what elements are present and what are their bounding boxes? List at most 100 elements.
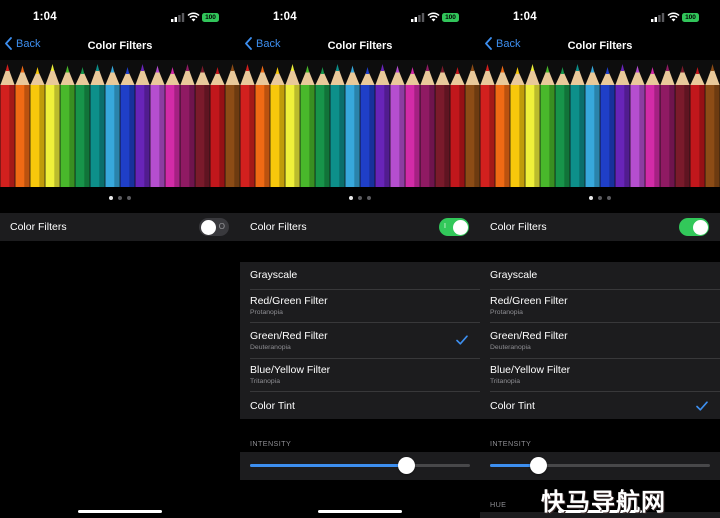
option-subtitle: Tritanopia: [250, 378, 280, 385]
intensity-caption: INTENSITY: [490, 439, 532, 448]
pencil: [690, 67, 705, 187]
option-title: Grayscale: [490, 269, 538, 281]
page-title: Color Filters: [567, 40, 633, 52]
pencil: [150, 65, 165, 187]
status-time: 1:04: [273, 11, 297, 23]
option-title: Red/Green Filter: [490, 295, 568, 307]
switch-knob: [452, 219, 468, 235]
home-indicator[interactable]: [318, 510, 402, 513]
pencil: [30, 67, 45, 187]
page-indicator[interactable]: [240, 189, 480, 200]
page-dot[interactable]: [367, 195, 371, 200]
pencil: [105, 65, 120, 187]
color-filters-row: Color Filters: [480, 213, 720, 241]
option-subtitle: Protanopia: [250, 309, 283, 316]
pencil: [360, 67, 375, 187]
option-green-red-filter[interactable]: Green/Red Filter Deuteranopia: [240, 323, 480, 358]
option-title: Color Tint: [250, 400, 295, 412]
navigation-bar: Back Color Filters: [240, 34, 480, 58]
option-subtitle: Tritanopia: [490, 378, 520, 385]
checkmark-icon: [696, 401, 708, 411]
pencil: [0, 64, 15, 187]
color-filters-switch[interactable]: I: [439, 218, 469, 236]
page-indicator[interactable]: [480, 189, 720, 200]
cellular-signal-icon: [171, 13, 185, 22]
battery-icon: 100: [442, 13, 459, 22]
navigation-bar: Back Color Filters: [0, 34, 240, 58]
page-dot[interactable]: [607, 195, 611, 200]
intensity-slider-row: [240, 452, 480, 480]
page-title: Color Filters: [327, 40, 393, 52]
pencil: [510, 67, 525, 187]
option-subtitle: Protanopia: [490, 309, 523, 316]
page-indicator[interactable]: [0, 189, 240, 200]
option-grayscale[interactable]: Grayscale: [240, 262, 480, 289]
filter-options-list: Grayscale Red/Green Filter Protanopia Gr…: [480, 262, 720, 419]
pencil: [165, 67, 180, 187]
pencil: [300, 65, 315, 187]
pencil: [555, 67, 570, 187]
slider-thumb[interactable]: [529, 457, 547, 474]
pencil: [90, 64, 105, 187]
color-filters-row: Color Filters O: [0, 213, 240, 241]
option-green-red-filter[interactable]: Green/Red Filter Deuteranopia: [480, 323, 720, 358]
pencil: [345, 65, 360, 187]
pencil: [420, 64, 435, 187]
option-red-green-filter[interactable]: Red/Green Filter Protanopia: [480, 290, 720, 322]
home-indicator[interactable]: [78, 510, 162, 513]
pencil: [75, 67, 90, 187]
page-dot[interactable]: [358, 195, 362, 200]
slider-thumb[interactable]: [397, 457, 415, 474]
switch-on-glyph: I: [444, 223, 446, 230]
pencil: [120, 67, 135, 187]
pencil: [570, 64, 585, 187]
pencil: [540, 65, 555, 187]
page-dot[interactable]: [349, 195, 353, 200]
option-blue-yellow-filter[interactable]: Blue/Yellow Filter Tritanopia: [480, 359, 720, 391]
color-filters-switch[interactable]: O: [199, 218, 229, 236]
preview-carousel[interactable]: [0, 60, 240, 187]
preview-carousel[interactable]: [240, 60, 480, 187]
pencil: [135, 64, 150, 187]
option-blue-yellow-filter[interactable]: Blue/Yellow Filter Tritanopia: [240, 359, 480, 391]
pencil: [480, 64, 495, 187]
pencil: [60, 65, 75, 187]
page-dot[interactable]: [598, 195, 602, 200]
option-color-tint[interactable]: Color Tint: [480, 392, 720, 419]
page-dot[interactable]: [589, 195, 593, 200]
preview-carousel[interactable]: [480, 60, 720, 187]
pencil: [600, 67, 615, 187]
color-filters-switch[interactable]: [679, 218, 709, 236]
pencil: [375, 64, 390, 187]
page-dot[interactable]: [109, 195, 113, 200]
pencil: [15, 65, 30, 187]
screenshot-collage: 1:04 100 Back Color Filters Color Filter…: [0, 0, 720, 518]
slider-fill: [250, 464, 407, 467]
option-title: Green/Red Filter: [490, 330, 568, 342]
pencil: [225, 64, 240, 187]
pencil: [255, 65, 270, 187]
option-title: Blue/Yellow Filter: [490, 364, 571, 376]
option-title: Blue/Yellow Filter: [250, 364, 331, 376]
intensity-slider[interactable]: [490, 457, 710, 474]
color-filters-row: Color Filters I: [240, 213, 480, 241]
option-color-tint[interactable]: Color Tint: [240, 392, 480, 419]
pencil: [195, 65, 210, 187]
status-bar: 1:04 100: [480, 0, 720, 34]
option-title: Color Tint: [490, 400, 535, 412]
intensity-slider-row: [480, 452, 720, 480]
option-grayscale[interactable]: Grayscale: [480, 262, 720, 289]
battery-icon: 100: [682, 13, 699, 22]
option-subtitle: Deuteranopia: [250, 344, 291, 351]
battery-icon: 100: [202, 13, 219, 22]
pencil: [210, 67, 225, 187]
intensity-caption: INTENSITY: [250, 439, 292, 448]
page-dot[interactable]: [127, 195, 131, 200]
page-dot[interactable]: [118, 195, 122, 200]
colored-pencils-preview: [0, 64, 240, 187]
intensity-slider[interactable]: [250, 457, 470, 474]
phone-screen-filters-off: 1:04 100 Back Color Filters Color Filter…: [0, 0, 240, 518]
option-red-green-filter[interactable]: Red/Green Filter Protanopia: [240, 290, 480, 322]
status-bar: 1:04 100: [0, 0, 240, 34]
pencil: [330, 64, 345, 187]
